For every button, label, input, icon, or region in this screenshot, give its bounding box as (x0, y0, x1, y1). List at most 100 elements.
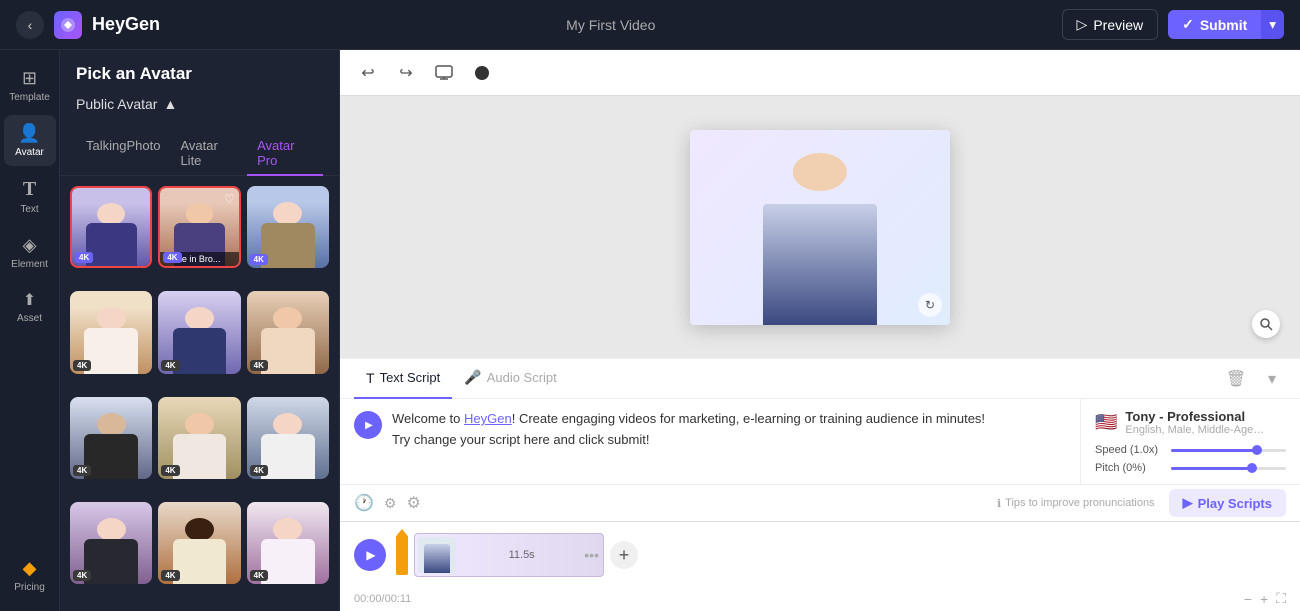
speed-control: Speed (1.0x) (1095, 444, 1286, 456)
play-scripts-button[interactable]: ▶ Play Scripts (1169, 489, 1286, 517)
avatar-badge-12: 4K (250, 570, 268, 581)
avatar-card-2[interactable]: ♡ Blake in Bro... 4K (158, 186, 240, 268)
clip-menu-icon[interactable]: ••• (584, 547, 603, 563)
settings-icon[interactable]: ⚙ (406, 493, 420, 513)
tab-text-script[interactable]: T Text Script (354, 359, 452, 399)
pitch-slider[interactable] (1171, 467, 1286, 470)
script-play-button[interactable]: ▶ (354, 411, 382, 439)
zoom-button[interactable] (1252, 310, 1280, 338)
avatar-grid: 4K ♡ Blake in Bro... 4K (60, 176, 339, 611)
sidebar-item-asset[interactable]: ⬆ Asset (4, 282, 56, 332)
zoom-out-button[interactable]: − (1244, 591, 1252, 607)
avatar-card-7[interactable]: 4K (70, 397, 152, 479)
sidebar-item-element[interactable]: ◈ Element (4, 227, 56, 278)
sidebar-item-avatar[interactable]: 👤 Avatar (4, 115, 56, 166)
timeline-controls: ▶ 11.5s ••• + (340, 522, 1300, 588)
timeline-play-icon: ▶ (366, 548, 375, 562)
history-icon[interactable]: 🕐 (354, 493, 374, 513)
head (97, 413, 126, 436)
body (84, 539, 138, 584)
asset-icon: ⬆ (23, 290, 36, 310)
speed-slider-fill (1171, 449, 1257, 452)
submit-dropdown-button[interactable]: ▾ (1261, 10, 1284, 39)
script-text[interactable]: Welcome to HeyGen! Create engaging video… (392, 409, 1066, 451)
monitor-button[interactable] (430, 59, 458, 87)
fullscreen-button[interactable]: ⛶ (1276, 590, 1286, 607)
head (273, 413, 302, 436)
collapse-script-button[interactable]: ▾ (1258, 365, 1286, 393)
translate-icon[interactable]: ⚙ (384, 495, 397, 512)
tab-avatar-pro[interactable]: Avatar Pro (247, 132, 323, 176)
voice-info: Tony - Professional English, Male, Middl… (1125, 409, 1286, 436)
voice-panel: 🇺🇸 Tony - Professional English, Male, Mi… (1080, 399, 1300, 484)
timeline-clip-1[interactable]: 11.5s ••• (414, 533, 604, 577)
clip-duration: 11.5s (459, 549, 584, 561)
undo-button[interactable]: ↩ (354, 59, 382, 87)
speed-slider[interactable] (1171, 449, 1286, 452)
speed-label: Speed (1.0x) (1095, 444, 1165, 456)
voice-controls: Speed (1.0x) Pitch (0%) (1095, 444, 1286, 474)
canvas-area: ↩ ↪ (340, 50, 1300, 611)
timeline-add-button[interactable]: + (610, 541, 638, 569)
submit-button[interactable]: ✓ Submit (1168, 10, 1261, 39)
tab-avatar-lite[interactable]: Avatar Lite (170, 132, 247, 176)
head (273, 202, 302, 225)
pitch-control: Pitch (0%) (1095, 462, 1286, 474)
video-background: ↻ (690, 130, 950, 325)
avatar-badge-2: 4K (163, 252, 181, 263)
heygen-logo-icon (54, 11, 82, 39)
chevron-up-icon: ▲ (163, 96, 177, 112)
avatar-badge-10: 4K (73, 570, 91, 581)
avatar-badge-6: 4K (250, 360, 268, 371)
avatar-badge-11: 4K (161, 570, 179, 581)
zoom-in-button[interactable]: + (1260, 591, 1268, 607)
sidebar-item-pricing[interactable]: ◆ Pricing (4, 550, 56, 601)
canvas-toolbar: ↩ ↪ (340, 50, 1300, 96)
video-body (763, 204, 877, 324)
avatar-badge-8: 4K (161, 465, 179, 476)
preview-button[interactable]: ▷ Preview (1062, 9, 1159, 40)
delete-script-button[interactable]: 🗑 (1222, 365, 1250, 393)
tab-audio-script[interactable]: 🎤 Audio Script (452, 359, 569, 399)
avatar-card-3[interactable]: 4K (247, 186, 329, 268)
avatar-card-4[interactable]: 4K (70, 291, 152, 373)
body (84, 434, 138, 479)
sidebar-item-text[interactable]: T Text (4, 170, 56, 223)
avatar-card-8[interactable]: 4K (158, 397, 240, 479)
head (186, 203, 213, 225)
head (273, 518, 302, 541)
play-scripts-icon: ▶ (1183, 495, 1193, 511)
head (97, 307, 126, 330)
avatar-card-10[interactable]: 4K (70, 502, 152, 584)
avatar-panel: Pick an Avatar Public Avatar ▲ TalkingPh… (60, 50, 340, 611)
redo-button[interactable]: ↪ (392, 59, 420, 87)
flag-icon: 🇺🇸 (1095, 412, 1117, 433)
head (185, 307, 214, 330)
avatar-card-6[interactable]: 4K (247, 291, 329, 373)
pricing-icon: ◆ (23, 558, 37, 579)
project-name: My First Video (566, 17, 655, 33)
script-footer-icons: 🕐 ⚙ ⚙ (354, 493, 421, 513)
clip-thumbnail (418, 537, 456, 573)
back-button[interactable]: ‹ (16, 11, 44, 39)
sidebar-item-template[interactable]: ⊞ Template (4, 60, 56, 111)
timeline-play-button[interactable]: ▶ (354, 539, 386, 571)
public-avatar-toggle[interactable]: Public Avatar ▲ (76, 96, 323, 112)
avatar-card-5[interactable]: 4K (158, 291, 240, 373)
main-layout: ⊞ Template 👤 Avatar T Text ◈ Element ⬆ A… (0, 50, 1300, 611)
info-icon: ℹ (997, 497, 1001, 510)
avatar-card-1[interactable]: 4K (70, 186, 152, 268)
refresh-icon[interactable]: ↻ (918, 293, 942, 317)
avatar-card-9[interactable]: 4K (247, 397, 329, 479)
preview-icon: ▷ (1077, 16, 1088, 33)
avatar-card-11[interactable]: 4K (158, 502, 240, 584)
body (261, 539, 315, 584)
avatar-card-12[interactable]: 4K (247, 502, 329, 584)
tips-text: ℹ Tips to improve pronunciations (997, 497, 1155, 510)
tab-talking-photo[interactable]: TalkingPhoto (76, 132, 170, 176)
heygen-link[interactable]: HeyGen (464, 411, 512, 426)
circle-button[interactable] (468, 59, 496, 87)
avatar-icon: 👤 (18, 123, 40, 144)
voice-selector[interactable]: 🇺🇸 Tony - Professional English, Male, Mi… (1095, 409, 1286, 436)
clip-person (424, 544, 451, 573)
